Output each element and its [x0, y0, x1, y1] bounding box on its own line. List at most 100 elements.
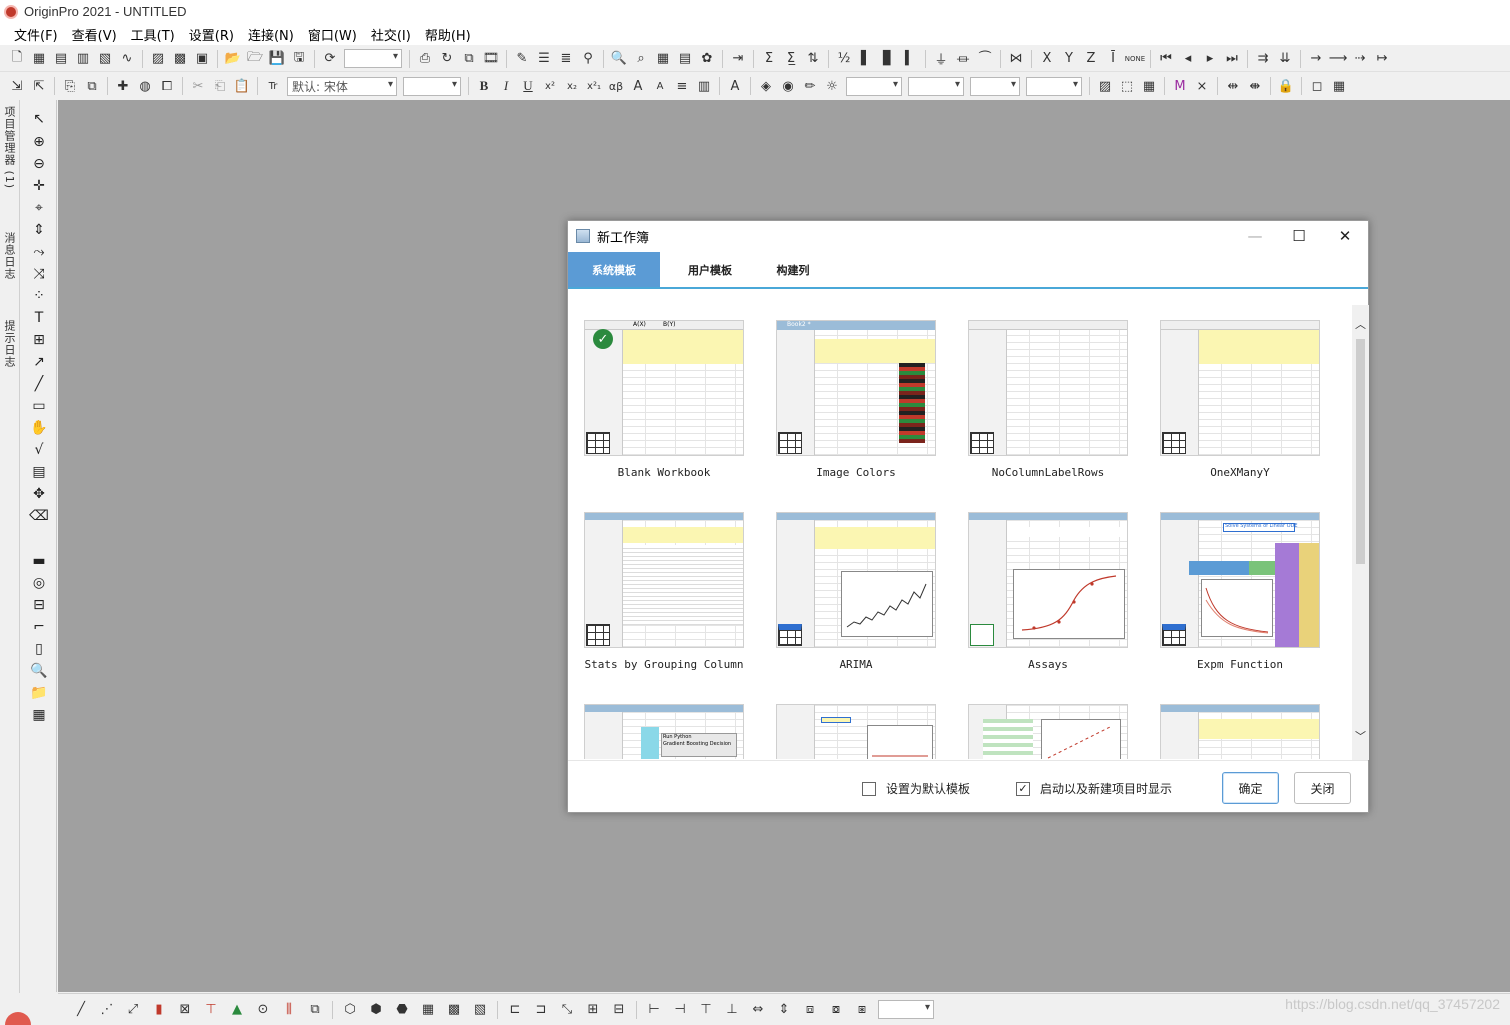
rescale-icon[interactable]: ⤡: [558, 1001, 576, 1019]
zoom-data-icon[interactable]: ⌕: [632, 50, 650, 68]
pattern-icon[interactable]: ◉: [779, 77, 797, 95]
magnifier-icon[interactable]: 🔍: [29, 662, 49, 680]
brightness-icon[interactable]: ☼: [823, 77, 841, 95]
scroll-down-icon[interactable]: ﹀: [1354, 729, 1367, 743]
edit-code-icon[interactable]: ✎: [513, 50, 531, 68]
menu-file[interactable]: 文件(F): [14, 25, 58, 44]
scrollbar-thumb[interactable]: [1356, 339, 1365, 564]
3d-bar-icon[interactable]: ⬣: [393, 1001, 411, 1019]
filter-clear-icon[interactable]: ⏛: [954, 50, 972, 68]
find-icon[interactable]: 🔍: [610, 50, 628, 68]
sort-icon[interactable]: ⇅: [804, 50, 822, 68]
template-plot-icon[interactable]: ⧉: [306, 1001, 324, 1019]
layer-icon[interactable]: ⊟: [29, 596, 49, 614]
distribute-icon[interactable]: ⇹: [1224, 77, 1242, 95]
multi-panel-icon[interactable]: ⊠: [176, 1001, 194, 1019]
arrow-right-icon[interactable]: →: [1307, 50, 1325, 68]
table-tool-icon[interactable]: ▦: [29, 706, 49, 724]
same-height-icon[interactable]: ⇕: [775, 1001, 793, 1019]
ruler-icon[interactable]: ▯: [29, 640, 49, 658]
unmerge-icon[interactable]: ⨯: [1193, 77, 1211, 95]
text-tool-icon[interactable]: T: [29, 309, 49, 327]
annotation-icon[interactable]: ⊞: [29, 331, 49, 349]
globe-icon[interactable]: ◍: [136, 77, 154, 95]
draw-data-icon[interactable]: ⤨: [29, 265, 49, 283]
arrow-right3-icon[interactable]: ⇢: [1351, 50, 1369, 68]
set-x-icon[interactable]: X: [1038, 50, 1056, 68]
open-icon[interactable]: 📂: [224, 50, 242, 68]
object-combo[interactable]: [878, 1000, 934, 1019]
new-graph-icon[interactable]: ▥: [74, 50, 92, 68]
line-symbol-icon[interactable]: ⤢: [124, 1001, 142, 1019]
scroll-up-icon[interactable]: ︿: [1354, 317, 1367, 331]
decrease-font-icon[interactable]: A: [651, 77, 669, 95]
lock-icon[interactable]: 🔒: [1277, 77, 1295, 95]
arrow-right4-icon[interactable]: ↦: [1373, 50, 1391, 68]
data-reader-icon[interactable]: ⌖: [29, 199, 49, 217]
align-left-icon[interactable]: ⊢: [645, 1001, 663, 1019]
circle-tool-icon[interactable]: ◎: [29, 574, 49, 592]
set-default-checkbox[interactable]: 设置为默认模板: [862, 780, 970, 797]
marker-icon[interactable]: ⌐: [29, 618, 49, 636]
front-icon[interactable]: ⧈: [801, 1001, 819, 1019]
gallery-scrollbar[interactable]: ︿ ﹀: [1352, 305, 1369, 760]
hand-tool-icon[interactable]: ✋: [29, 419, 49, 437]
print-icon[interactable]: ⎙: [416, 50, 434, 68]
film-icon[interactable]: 🎞: [482, 50, 500, 68]
chart-table-icon[interactable]: ▤: [676, 50, 694, 68]
tab-project-explorer[interactable]: 项目管理器 (1): [1, 106, 17, 189]
column-plot-icon[interactable]: ▮: [150, 1001, 168, 1019]
mask-points-icon[interactable]: ⁘: [29, 287, 49, 305]
export-icon[interactable]: ⎘: [61, 77, 79, 95]
data-list-icon[interactable]: ≣: [557, 50, 575, 68]
new-project-icon[interactable]: 🗋: [8, 50, 26, 68]
grid-style-icon[interactable]: ▦: [1140, 77, 1158, 95]
checkbox-unchecked-icon[interactable]: [862, 781, 876, 796]
equation-tool-icon[interactable]: √: [29, 441, 49, 459]
filter-options-icon[interactable]: ⏜: [976, 50, 994, 68]
table-icon[interactable]: ▦: [654, 50, 672, 68]
swap-icon[interactable]: ⇉: [1254, 50, 1272, 68]
back-icon[interactable]: ⧇: [827, 1001, 845, 1019]
line-width-combo[interactable]: [908, 76, 964, 96]
menu-tools[interactable]: 工具(T): [131, 25, 175, 44]
next-icon[interactable]: ▸: [1201, 50, 1219, 68]
new-workbook-icon[interactable]: ▦: [30, 50, 48, 68]
fill-color-icon[interactable]: ◈: [757, 77, 775, 95]
sub-super-icon[interactable]: x²₁: [585, 77, 603, 95]
menu-connect[interactable]: 连接(N): [248, 25, 294, 44]
save-template-icon[interactable]: 🖫: [290, 50, 308, 68]
tab-hint-log[interactable]: 提示日志: [1, 320, 17, 368]
open-template-icon[interactable]: 🗁: [246, 50, 264, 68]
graph-object-icon[interactable]: ▤: [29, 463, 49, 481]
new-matrix-icon[interactable]: ▤: [52, 50, 70, 68]
apps-icon[interactable]: ✿: [698, 50, 716, 68]
zoom-combo[interactable]: [344, 49, 402, 68]
subscript-icon[interactable]: x₂: [563, 77, 581, 95]
italic-button[interactable]: I: [497, 77, 515, 95]
bar-chart-icon[interactable]: ▊: [879, 50, 897, 68]
set-z-icon[interactable]: Z: [1082, 50, 1100, 68]
new-layout-icon[interactable]: ▧: [96, 50, 114, 68]
menu-view[interactable]: 查看(V): [72, 25, 117, 44]
minimize-button[interactable]: —: [1240, 225, 1270, 247]
area-plot-icon[interactable]: ▲: [228, 1001, 246, 1019]
align-top-icon[interactable]: ⊤: [697, 1001, 715, 1019]
legend-icon[interactable]: ⊞: [584, 1001, 602, 1019]
align-center-icon[interactable]: ⊣: [671, 1001, 689, 1019]
new-notes-icon[interactable]: ▨: [149, 50, 167, 68]
filter-icon[interactable]: ⏚: [932, 50, 950, 68]
checkbox-checked-icon[interactable]: ✓: [1016, 781, 1030, 796]
duplicate-icon[interactable]: ⧉: [460, 50, 478, 68]
tab-message-log[interactable]: 消息日志: [1, 232, 17, 280]
line-tool-icon[interactable]: ╱: [29, 375, 49, 393]
zoom-in-icon[interactable]: ⊕: [29, 133, 49, 151]
prev-icon[interactable]: ◂: [1179, 50, 1197, 68]
hatch-icon[interactable]: ▨: [1096, 77, 1114, 95]
set-error-icon[interactable]: Ī: [1104, 50, 1122, 68]
eraser-icon[interactable]: ⌫: [29, 507, 49, 525]
layer-arrange-icon[interactable]: ⊟: [610, 1001, 628, 1019]
color-scale-icon[interactable]: ▬: [29, 552, 49, 570]
sum-icon[interactable]: Σ: [760, 50, 778, 68]
close-button[interactable]: 关闭: [1294, 772, 1351, 804]
